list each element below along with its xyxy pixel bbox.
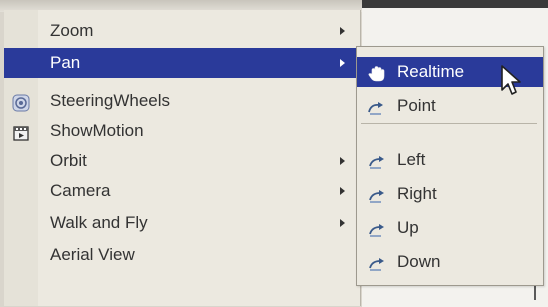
menu-item-label: Walk and Fly [50, 213, 148, 232]
menu-item-orbit[interactable]: Orbit [4, 146, 360, 176]
submenu-arrow-icon [340, 27, 345, 35]
menu-item-camera[interactable]: Camera [4, 176, 360, 206]
submenu-item-down[interactable]: Down [357, 247, 543, 277]
submenu-arrow-icon [340, 157, 345, 165]
menu-item-steeringwheels[interactable]: SteeringWheels [4, 86, 360, 116]
menu-item-label: Aerial View [50, 245, 135, 264]
menu-item-walk-and-fly[interactable]: Walk and Fly [4, 208, 360, 238]
submenu-item-label: Right [397, 184, 437, 203]
submenu-item-right[interactable]: Right [357, 179, 543, 209]
menu-item-label: SteeringWheels [50, 91, 171, 110]
menu-item-label: Camera [50, 181, 111, 200]
menu-item-showmotion[interactable]: ShowMotion [4, 116, 360, 146]
submenu-item-label: Down [397, 252, 441, 271]
submenu-arrow-icon [340, 187, 345, 195]
showmotion-icon [12, 122, 29, 141]
mouse-cursor-icon [500, 64, 522, 98]
submenu-item-label: Point [397, 96, 436, 115]
pan-hand-icon [367, 63, 387, 82]
submenu-arrow-icon [340, 59, 345, 67]
menu-item-label: Orbit [50, 151, 87, 170]
view-menu: Zoom Pan SteeringWheels ShowMotion Orbit… [4, 10, 361, 306]
menu-item-aerial-view[interactable]: Aerial View [4, 240, 360, 270]
submenu-item-label: Up [397, 218, 419, 237]
pan-down-icon [367, 253, 387, 271]
steeringwheel-icon [12, 92, 30, 112]
pan-point-icon [367, 97, 387, 115]
submenu-item-label: Left [397, 150, 426, 169]
submenu-arrow-icon [340, 219, 345, 227]
submenu-separator [361, 123, 537, 124]
menu-item-pan[interactable]: Pan [4, 48, 360, 78]
submenu-item-up[interactable]: Up [357, 213, 543, 243]
menu-item-zoom[interactable]: Zoom [4, 16, 360, 46]
pan-right-icon [367, 185, 387, 203]
pan-up-icon [367, 219, 387, 237]
menu-item-label: Pan [50, 53, 81, 72]
pan-left-icon [367, 151, 387, 169]
submenu-item-left[interactable]: Left [357, 145, 543, 175]
menu-item-label: ShowMotion [50, 121, 144, 140]
menu-item-label: Zoom [50, 21, 94, 40]
drawing-area-border [362, 0, 548, 8]
submenu-item-label: Realtime [397, 62, 465, 81]
